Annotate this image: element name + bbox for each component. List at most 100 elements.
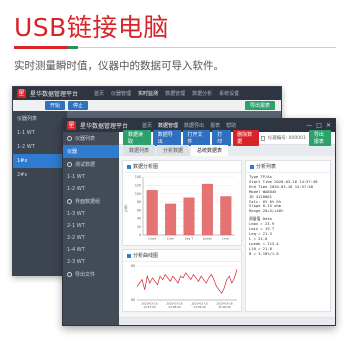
status-bar [119,317,335,325]
sidebar-item-instrument[interactable]: 仪器 [63,145,119,158]
front-main-area: 数据读取 数据导出 打开文件 打印 删除数据 仪器编号: 000001 导出报表… [119,130,335,325]
sidebar-item[interactable]: 1-3 WT [63,208,119,220]
x-tick-label: Lmin [167,237,174,241]
checkbox[interactable] [260,135,265,141]
panel-title-text: 数据分析图 [133,164,159,170]
y-tick-label: 140 [135,175,141,179]
front-menu-item[interactable]: 帮助 [226,122,236,129]
x-tick-label: 2020-03-16 14:58:00 [166,302,182,309]
sidebar-item[interactable]: 界面数据组 [63,195,119,208]
back-menu-item[interactable]: 数据分析 [192,90,212,97]
line-chart-panel: 分析曲线图 80 60 2020-03-16 14:57:00 2020-03-16 14… [122,249,242,312]
back-menu-item[interactable]: 实时监测 [138,90,158,97]
front-menu-item[interactable]: 首页 [142,122,152,129]
stop-button[interactable]: 停止 [68,101,89,110]
analysis-list-panel: 分析列表 Type TP/Ax Start Time 2020-03-16 14:… [245,160,331,312]
front-app-title: 星华数据管理平台 [80,123,129,130]
open-file-button[interactable]: 打开文件 [182,130,211,146]
back-sidebar-item[interactable]: 仪器列表 [13,111,67,126]
x-tick-label: Lmin [222,237,229,241]
analysis-panel-title: 分析列表 [246,161,330,173]
bar [220,196,232,236]
minimize-icon[interactable]: — [306,122,312,129]
back-sidebar-item[interactable]: 1#x [13,154,67,168]
back-menu-item[interactable]: 仪器管理 [111,90,131,97]
panel-title-text: 分析列表 [256,164,277,170]
sidebar-item-test-data[interactable]: 测试数据 [63,158,119,171]
app-logo-icon: 星 [67,121,76,130]
panel-title-text: 分析曲线图 [133,253,159,259]
instrument-id-field[interactable]: 仪器编号: 000001 [268,135,306,141]
y-tick-label: 40 [137,217,141,221]
front-menu-item[interactable]: 数据导出 [184,122,204,129]
sidebar-label: 导出文件 [75,272,96,278]
y-tick-label: 60 [137,208,141,212]
tab-summary-table[interactable]: 总统数据表 [191,145,229,156]
read-data-button[interactable]: 数据读取 [123,130,151,146]
sidebar-item[interactable]: 1-4 WT [63,244,119,256]
maximize-icon[interactable]: □ [316,122,322,129]
sidebar-label: 2-2 WT [67,235,85,241]
bar [201,183,213,236]
sidebar-label: 界面数据组 [75,199,101,205]
file-icon [67,272,72,277]
list-icon [67,136,72,141]
print-button[interactable]: 打印 [212,130,232,146]
sidebar-item-export-file[interactable]: 导出文件 [63,268,119,281]
x-tick-label: Leq T [185,237,193,241]
sidebar-item[interactable]: 2-2 WT [63,232,119,244]
sidebar-label: 2-1 WT [67,223,85,229]
delete-data-button[interactable]: 删除数据 [233,130,259,146]
sidebar-label: 测试数据 [75,162,96,168]
back-sidebar-item[interactable]: 2#x [13,168,67,182]
bar-chart-panel: 数据分析图 (dB) 0 20 40 60 80 100 120 140 Lmax Lmin Leq … [122,160,242,246]
sidebar-item[interactable]: 2-3 WT [63,256,119,268]
analysis-line: B = 3.10%/1.6 [249,250,279,256]
back-sidebar-item[interactable]: 1-1 WT [13,126,67,140]
sidebar-label: 1-4 WT [67,247,85,253]
front-toolbar: 数据读取 数据导出 打开文件 打印 删除数据 仪器编号: 000001 导出报表 [119,130,335,146]
start-button[interactable]: 开始 [45,101,66,110]
y-tick-label: 120 [135,183,141,187]
toolbar-right: 仪器编号: 000001 导出报表 [260,130,335,146]
subheadline: 实时测量瞬时值，仪器中的数据可导入软件。 [14,60,224,72]
sidebar-label: 1-1 WT [67,174,85,180]
tab-analysis-data[interactable]: 分析数据 [157,145,190,156]
sidebar-label: 1-2 WT [67,186,85,192]
x-tick-label: Lmax [148,237,156,241]
x-tick-label: Lpeak [203,237,212,241]
tab-data-list[interactable]: 数据列表 [123,145,156,156]
back-menu-item[interactable]: 首页 [94,90,104,97]
y-tick-label: 20 [137,225,141,229]
x-tick-label: 2020-03-16 14:59:00 [191,302,207,309]
sidebar-label: 2-3 WT [67,259,85,265]
sidebar-item[interactable]: 1-1 WT [63,171,119,183]
y-tick-label: 0 [139,233,141,237]
list-icon [250,164,254,169]
series-line [136,269,238,294]
back-app-title: 星华数据管理平台 [30,91,79,98]
back-sidebar-item[interactable]: 1-2 WT [13,140,67,154]
bar [146,190,158,236]
sidebar-item-instruments[interactable]: 仪器列表 [63,132,119,145]
sidebar-item[interactable]: 2-1 WT [63,220,119,232]
y-tick-label: 100 [135,192,141,196]
y-tick-label: 60 [131,298,135,302]
front-menu-item[interactable]: 报表 [210,122,220,129]
back-title-bar: 星 星华数据管理平台 首页 仪器管理 实时监测 数据管理 数据分析 系统设置 [13,87,281,100]
back-menu-item[interactable]: 系统设置 [219,90,239,97]
front-menu-item[interactable]: 数据管理 [158,122,178,129]
back-menu-item[interactable]: 数据管理 [165,90,185,97]
export-data-button[interactable]: 数据导出 [152,130,181,146]
window-controls: — □ ✕ [306,122,335,129]
export-report-button[interactable]: 导出报表 [308,130,332,146]
sidebar-label: 仪器 [67,149,78,155]
bar [165,203,177,236]
sidebar-label: 仪器列表 [75,136,96,142]
sidebar-item[interactable]: 1-2 WT [63,183,119,195]
bar [183,197,195,236]
close-icon[interactable]: ✕ [326,122,331,129]
sidebar-label: 1-3 WT [67,211,85,217]
bar-panel-title: 数据分析图 [123,161,241,173]
back-export-report-button[interactable]: 导出报表 [244,101,275,110]
